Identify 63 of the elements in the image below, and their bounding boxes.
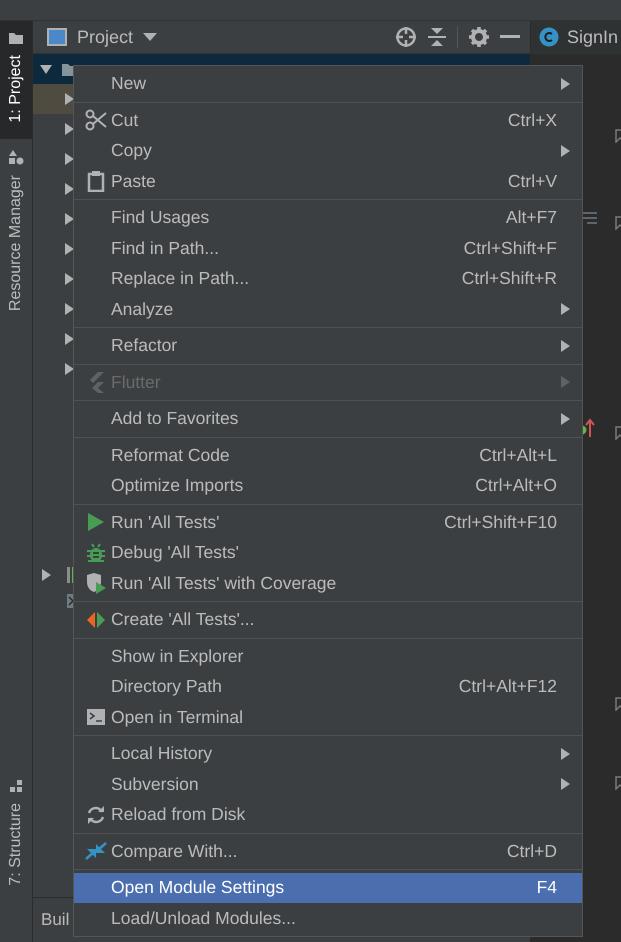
- editor-tab[interactable]: SignIn: [531, 21, 621, 53]
- menu-item[interactable]: Show in Explorer: [74, 641, 582, 672]
- shield-run-icon: [84, 572, 106, 594]
- menu-item[interactable]: Open Module Settings F4: [74, 872, 582, 903]
- expand-arrow-icon[interactable]: [62, 272, 76, 286]
- tool-window-tab[interactable]: Buil: [41, 910, 70, 930]
- menu-item[interactable]: Copy: [74, 136, 582, 166]
- tool-window-tab[interactable]: 7: Structure: [0, 769, 32, 902]
- menu-item[interactable]: Cut Ctrl+X: [74, 105, 582, 136]
- target-icon[interactable]: [395, 26, 417, 48]
- menu-item[interactable]: Add to Favorites: [74, 404, 582, 434]
- scissors-icon: [84, 109, 106, 132]
- expand-arrow-icon[interactable]: [62, 302, 76, 316]
- run-icon: [86, 512, 104, 532]
- reload-icon: [86, 804, 106, 825]
- tool-window-tab[interactable]: 1: Project: [0, 21, 32, 139]
- menu-item[interactable]: Find Usages Alt+F7: [74, 202, 582, 233]
- dropdown-icon[interactable]: [143, 33, 158, 41]
- menu-item[interactable]: Refactor: [74, 330, 582, 361]
- structure-icon: [8, 779, 24, 794]
- expand-arrow-icon[interactable]: [62, 92, 76, 106]
- settings-icon[interactable]: [468, 26, 490, 48]
- menu-item[interactable]: Run 'All Tests' Ctrl+Shift+F10: [74, 507, 582, 538]
- menu-item[interactable]: Optimize Imports Ctrl+Alt+O: [74, 470, 582, 501]
- expand-arrow-icon[interactable]: [39, 568, 53, 582]
- terminal-icon: [86, 709, 104, 726]
- menu-item[interactable]: Find in Path... Ctrl+Shift+F: [74, 233, 582, 264]
- menu-item[interactable]: Reformat Code Ctrl+Alt+L: [74, 440, 582, 470]
- tool-window-tab[interactable]: Resource Manager: [0, 138, 32, 327]
- minimize-icon[interactable]: [500, 35, 520, 39]
- menu-item[interactable]: Analyze: [74, 294, 582, 324]
- expand-arrow-icon[interactable]: [62, 182, 76, 196]
- menu-item[interactable]: Load/Unload Modules...: [74, 903, 582, 934]
- bug-icon: [86, 542, 106, 563]
- menu-item[interactable]: New: [74, 68, 582, 99]
- menu-item[interactable]: Debug 'All Tests': [74, 538, 582, 568]
- collapse-icon[interactable]: [427, 26, 447, 48]
- menu-item[interactable]: Subversion: [74, 769, 582, 800]
- menu-item[interactable]: Replace in Path... Ctrl+Shift+R: [74, 264, 582, 294]
- shapes-icon: [8, 148, 24, 165]
- expand-arrow-icon[interactable]: [62, 362, 76, 376]
- menu-item[interactable]: Paste Ctrl+V: [74, 166, 582, 196]
- window-icon: [47, 28, 67, 46]
- menu-item[interactable]: Reload from Disk: [74, 800, 582, 830]
- menu-item[interactable]: Directory Path Ctrl+Alt+F12: [74, 672, 582, 702]
- expand-arrow-icon[interactable]: [62, 242, 76, 256]
- expand-arrow-icon[interactable]: [39, 62, 53, 76]
- panel-title[interactable]: Project: [77, 26, 134, 48]
- menu-item[interactable]: Local History: [74, 738, 582, 769]
- expand-arrow-icon[interactable]: [62, 332, 76, 346]
- arrows-icon: [86, 610, 106, 630]
- menu-item[interactable]: Compare With... Ctrl+D: [74, 836, 582, 866]
- clipboard-icon: [86, 170, 104, 192]
- list-icon: [583, 212, 597, 224]
- expand-arrow-icon[interactable]: [62, 152, 76, 166]
- expand-arrow-icon[interactable]: [62, 122, 76, 136]
- compare-icon: [84, 841, 106, 862]
- folder-icon: [8, 31, 24, 45]
- expand-arrow-icon[interactable]: [62, 212, 76, 226]
- menu-item[interactable]: Open in Terminal: [74, 702, 582, 732]
- menu-item[interactable]: Create 'All Tests'...: [74, 604, 582, 635]
- class-icon: [539, 27, 559, 47]
- menu-item[interactable]: Run 'All Tests' with Coverage: [74, 568, 582, 598]
